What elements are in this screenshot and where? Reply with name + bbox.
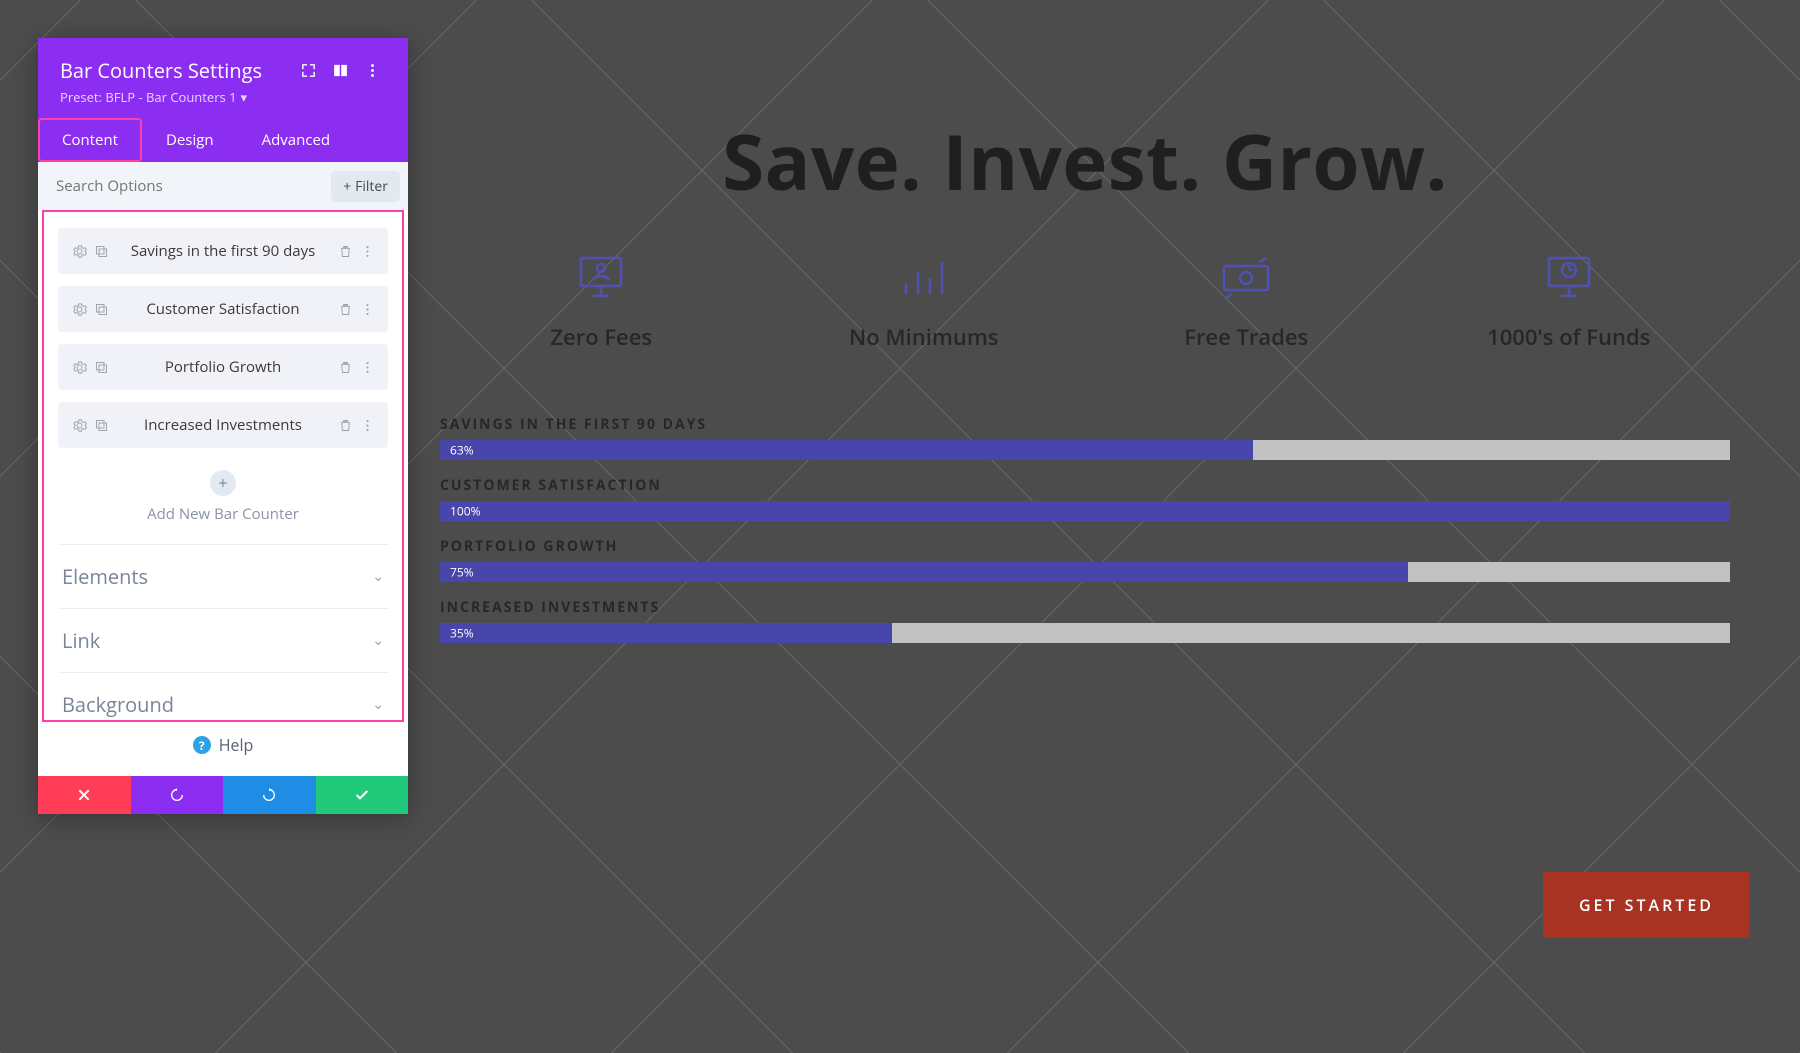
trash-icon[interactable]	[334, 240, 356, 262]
save-button[interactable]	[316, 776, 409, 814]
feature-zero-fees: Zero Fees	[440, 248, 763, 352]
section-label: Elements	[62, 563, 148, 590]
section-label: Background	[62, 691, 174, 718]
add-button[interactable]: +	[210, 470, 236, 496]
add-label: Add New Bar Counter	[58, 504, 388, 524]
bar-row: PORTFOLIO GROWTH 75%	[440, 537, 1730, 582]
kebab-icon[interactable]	[356, 356, 378, 378]
close-button[interactable]	[38, 776, 131, 814]
filter-button[interactable]: + Filter	[331, 171, 400, 202]
panel-body: Savings in the first 90 days Customer Sa…	[42, 210, 404, 722]
bar-item-label: Portfolio Growth	[112, 357, 334, 377]
help-icon: ?	[193, 736, 211, 754]
section-link[interactable]: Link ⌄	[58, 608, 388, 672]
gear-icon[interactable]	[68, 414, 90, 436]
get-started-button[interactable]: GET STARTED	[1543, 872, 1750, 938]
gear-icon[interactable]	[68, 240, 90, 262]
feature-label: Free Trades	[1085, 322, 1408, 352]
kebab-icon[interactable]	[356, 298, 378, 320]
bar-item-label: Savings in the first 90 days	[112, 241, 334, 261]
settings-panel: Bar Counters Settings Preset: BFLP - Bar…	[38, 38, 408, 814]
chevron-down-icon: ⌄	[372, 695, 384, 714]
bar-title: SAVINGS IN THE FIRST 90 DAYS	[440, 415, 1730, 434]
search-row: + Filter	[38, 162, 408, 210]
tab-advanced[interactable]: Advanced	[238, 118, 354, 162]
trash-icon[interactable]	[334, 356, 356, 378]
panel-header: Bar Counters Settings Preset: BFLP - Bar…	[38, 38, 408, 118]
feature-no-minimums: No Minimums	[763, 248, 1086, 352]
tab-design[interactable]: Design	[142, 118, 238, 162]
kebab-icon[interactable]	[358, 56, 386, 84]
panel-footer	[38, 776, 408, 814]
preset-selector[interactable]: Preset: BFLP - Bar Counters 1 ▾	[60, 88, 386, 106]
bar-counters-preview: SAVINGS IN THE FIRST 90 DAYS 63% CUSTOME…	[440, 415, 1730, 659]
trash-icon[interactable]	[334, 414, 356, 436]
trash-icon[interactable]	[334, 298, 356, 320]
bar-row: INCREASED INVESTMENTS 35%	[440, 598, 1730, 643]
bar-percent: 63%	[450, 442, 474, 459]
help-link[interactable]: ? Help	[38, 722, 408, 776]
bar-title: CUSTOMER SATISFACTION	[440, 476, 1730, 495]
feature-funds: 1000's of Funds	[1408, 248, 1731, 352]
expand-icon[interactable]	[294, 56, 322, 84]
features-row: Zero Fees No Minimums Free Trades 1000's…	[440, 248, 1730, 352]
plus-icon: +	[343, 177, 351, 196]
kebab-icon[interactable]	[356, 240, 378, 262]
preset-label: Preset: BFLP - Bar Counters 1	[60, 88, 237, 106]
search-input[interactable]	[46, 170, 323, 202]
undo-button[interactable]	[131, 776, 224, 814]
feature-label: Zero Fees	[440, 322, 763, 352]
bar-item[interactable]: Portfolio Growth	[58, 344, 388, 390]
kebab-icon[interactable]	[356, 414, 378, 436]
panel-tabs: Content Design Advanced	[38, 118, 408, 162]
bar-percent: 75%	[450, 564, 474, 581]
duplicate-icon[interactable]	[90, 240, 112, 262]
tab-content[interactable]: Content	[38, 118, 142, 162]
bar-item-label: Customer Satisfaction	[112, 299, 334, 319]
bar-title: PORTFOLIO GROWTH	[440, 537, 1730, 556]
help-label: Help	[219, 734, 254, 756]
chevron-down-icon: ⌄	[372, 567, 384, 586]
content-card: Save. Invest. Grow. Zero Fees No Minimum…	[420, 0, 1750, 913]
bar-row: SAVINGS IN THE FIRST 90 DAYS 63%	[440, 415, 1730, 460]
bar-percent: 35%	[450, 625, 474, 642]
chevron-down-icon: ⌄	[372, 631, 384, 650]
redo-button[interactable]	[223, 776, 316, 814]
bar-item-label: Increased Investments	[112, 415, 334, 435]
gear-icon[interactable]	[68, 356, 90, 378]
bar-chart-icon	[763, 248, 1086, 306]
filter-label: Filter	[355, 177, 388, 196]
add-row: + Add New Bar Counter	[58, 460, 388, 544]
monitor-clock-icon	[1408, 248, 1731, 306]
feature-free-trades: Free Trades	[1085, 248, 1408, 352]
bar-item[interactable]: Savings in the first 90 days	[58, 228, 388, 274]
chevron-down-icon: ▾	[241, 88, 248, 106]
monitor-user-icon	[440, 248, 763, 306]
bar-item[interactable]: Customer Satisfaction	[58, 286, 388, 332]
duplicate-icon[interactable]	[90, 414, 112, 436]
hero-title: Save. Invest. Grow.	[420, 110, 1750, 213]
bar-item[interactable]: Increased Investments	[58, 402, 388, 448]
cash-icon	[1085, 248, 1408, 306]
panel-title: Bar Counters Settings	[60, 57, 290, 84]
duplicate-icon[interactable]	[90, 298, 112, 320]
feature-label: 1000's of Funds	[1408, 322, 1731, 352]
bar-row: CUSTOMER SATISFACTION 100%	[440, 476, 1730, 521]
bar-title: INCREASED INVESTMENTS	[440, 598, 1730, 617]
duplicate-icon[interactable]	[90, 356, 112, 378]
bar-percent: 100%	[450, 503, 481, 520]
section-background[interactable]: Background ⌄	[58, 672, 388, 722]
feature-label: No Minimums	[763, 322, 1086, 352]
columns-icon[interactable]	[326, 56, 354, 84]
section-label: Link	[62, 627, 100, 654]
gear-icon[interactable]	[68, 298, 90, 320]
section-elements[interactable]: Elements ⌄	[58, 544, 388, 608]
